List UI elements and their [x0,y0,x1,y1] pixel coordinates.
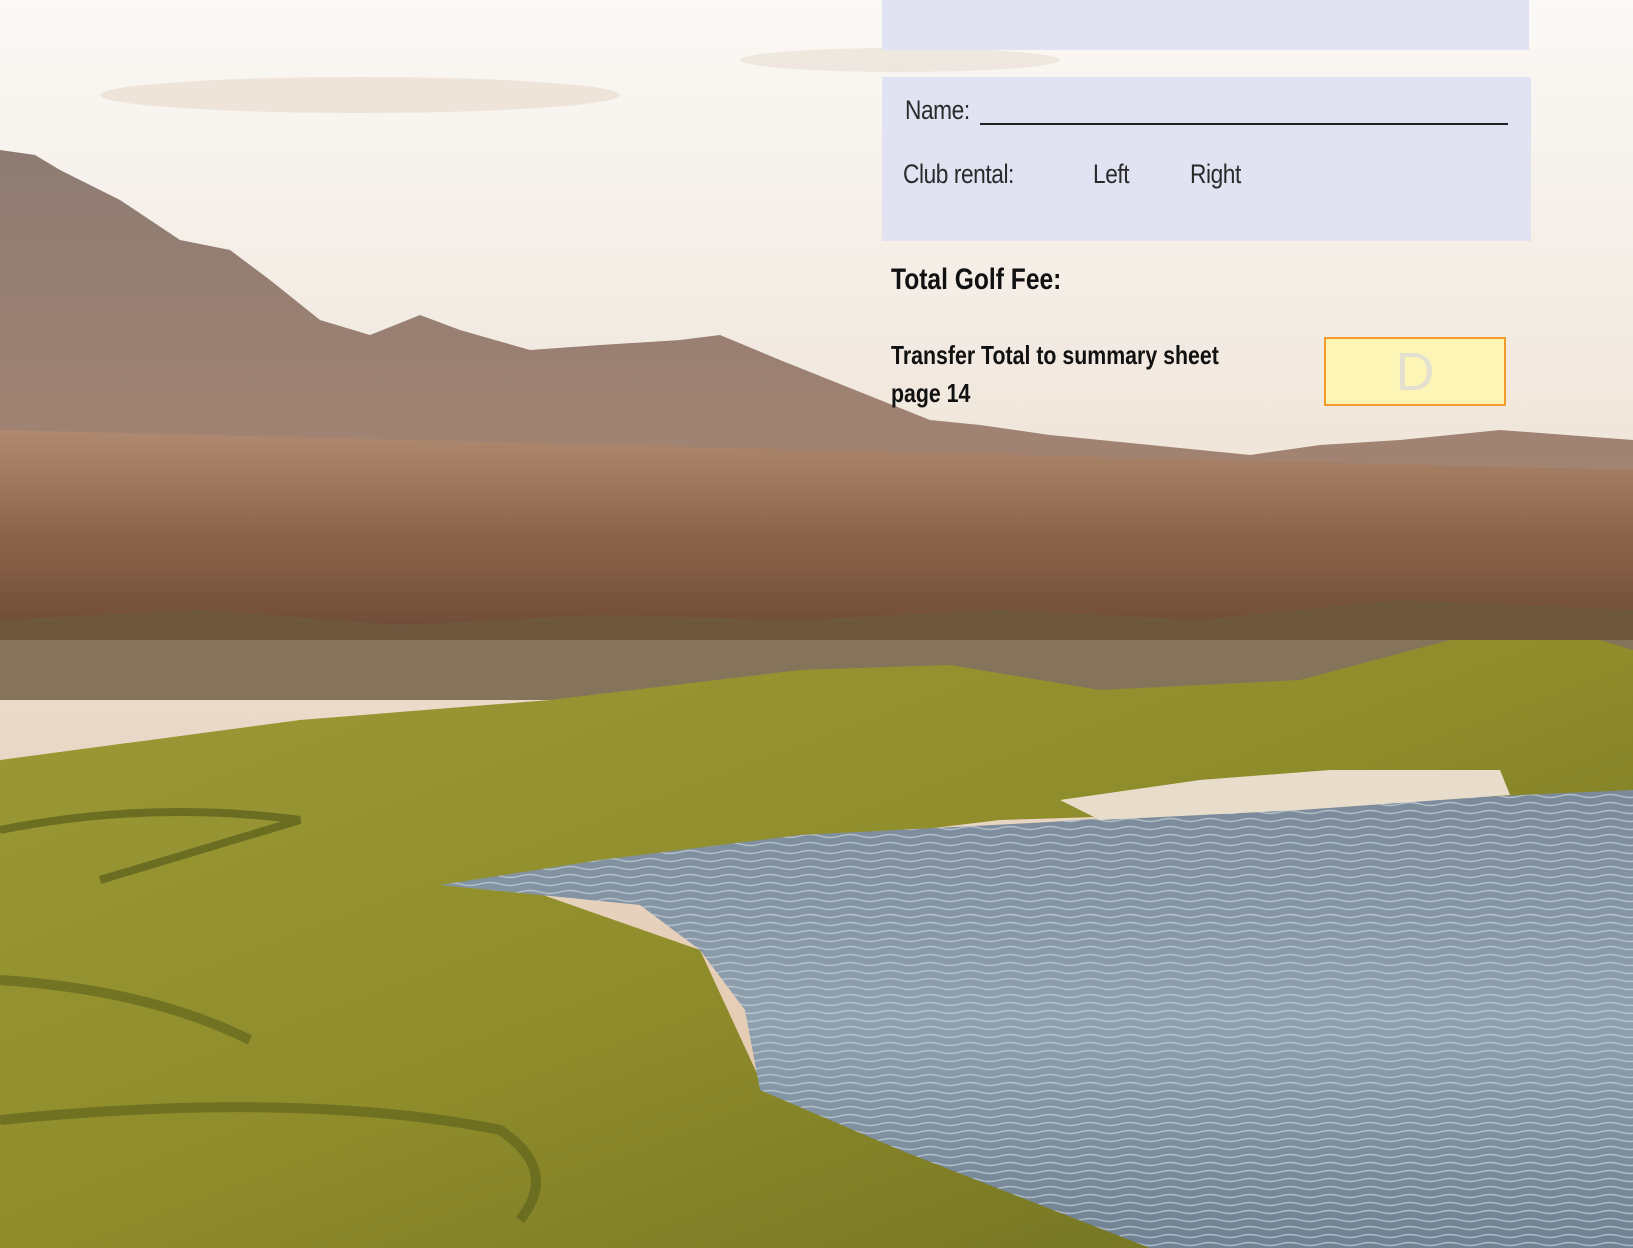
club-option-right[interactable]: Right [1190,159,1241,190]
transfer-instruction-line1: Transfer Total to summary sheet [891,340,1219,370]
club-rental-label: Club rental: [903,159,1014,189]
header-band [882,0,1529,50]
transfer-instruction-line2: page 14 [891,378,971,408]
total-golf-fee-heading: Total Golf Fee: [891,263,1062,296]
name-label: Name: [905,95,970,125]
name-input-line[interactable] [980,123,1508,125]
club-option-left[interactable]: Left [1093,159,1130,190]
total-amount-box[interactable]: D [1324,337,1506,406]
total-box-letter: D [1395,341,1435,402]
